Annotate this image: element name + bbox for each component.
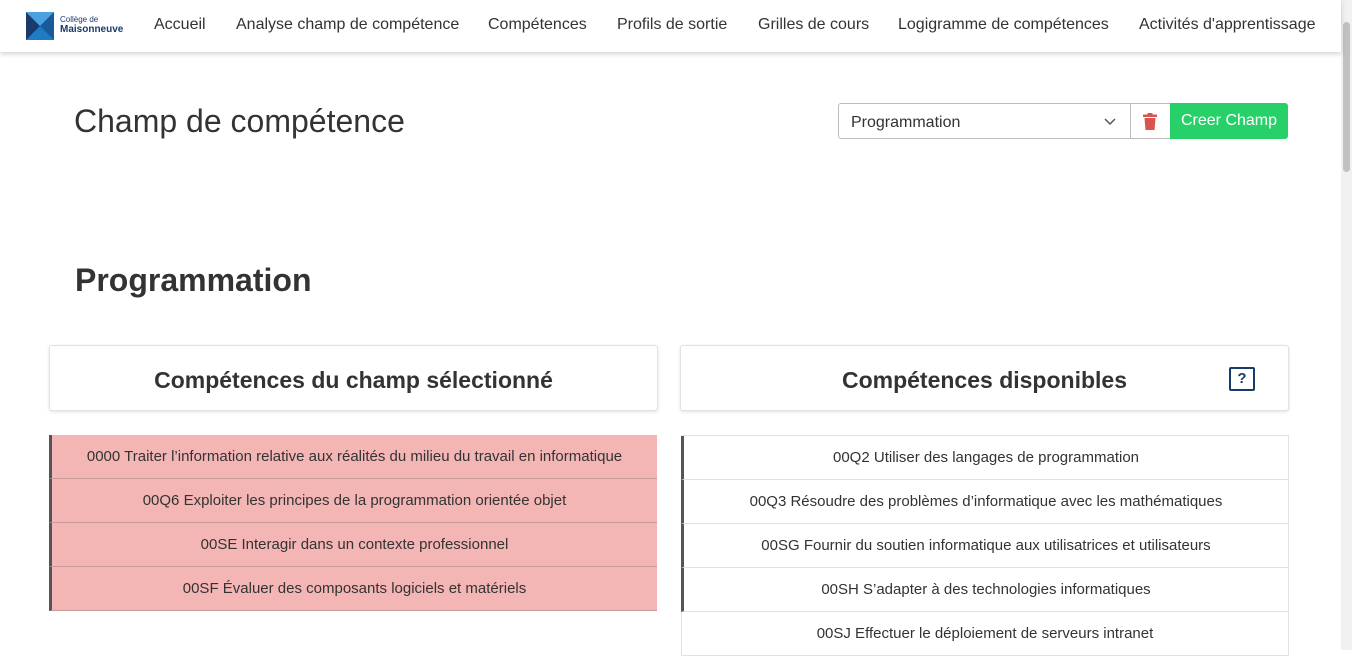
champ-select-value: Programmation <box>851 114 961 131</box>
selected-competences-title: Compétences du champ sélectionné <box>154 367 553 393</box>
list-item[interactable]: 00SH S’adapter à des technologies inform… <box>681 568 1289 612</box>
nav-item-accueil[interactable]: Accueil <box>154 16 206 34</box>
delete-champ-button[interactable] <box>1131 103 1171 139</box>
logo-line2: Maisonneuve <box>60 24 124 35</box>
help-button[interactable]: ? <box>1229 367 1255 391</box>
list-item[interactable]: 00SF Évaluer des composants logiciels et… <box>49 567 657 611</box>
list-item[interactable]: 00Q2 Utiliser des langages de programmat… <box>681 436 1289 480</box>
scrollbar-thumb[interactable] <box>1343 22 1350 172</box>
selected-competences-card: Compétences du champ sélectionné <box>49 345 658 411</box>
available-competences-title: Compétences disponibles <box>841 367 1127 393</box>
list-item[interactable]: 0000 Traiter l’information relative aux … <box>49 435 657 479</box>
nav-item-competences[interactable]: Compétences <box>488 16 587 34</box>
list-item[interactable]: 00SG Fournir du soutien informatique aux… <box>681 524 1289 568</box>
champ-select[interactable]: Programmation <box>838 103 1131 139</box>
logo-mark-icon <box>26 12 54 40</box>
nav-item-activites[interactable]: Activités d'apprentissage <box>1139 16 1315 34</box>
college-logo[interactable]: Collège de Maisonneuve <box>26 12 126 40</box>
chevron-down-icon <box>1104 118 1116 126</box>
nav-item-profils[interactable]: Profils de sortie <box>617 16 727 34</box>
nav-item-analyse[interactable]: Analyse champ de compétence <box>236 16 459 34</box>
create-champ-button[interactable]: Creer Champ <box>1170 103 1288 139</box>
available-competences-card: Compétences disponibles ? <box>680 345 1289 411</box>
page-title: Champ de compétence <box>74 103 405 139</box>
page-scrollbar[interactable] <box>1341 0 1352 650</box>
section-title: Programmation <box>75 262 312 298</box>
nav-item-grilles[interactable]: Grilles de cours <box>758 16 869 34</box>
trash-icon <box>1143 113 1157 130</box>
list-item[interactable]: 00SE Interagir dans un contexte professi… <box>49 523 657 567</box>
list-item[interactable]: 00SJ Effectuer le déploiement de serveur… <box>681 612 1289 656</box>
list-item[interactable]: 00Q6 Exploiter les principes de la progr… <box>49 479 657 523</box>
top-navbar: Collège de Maisonneuve Accueil Analyse c… <box>0 0 1341 52</box>
available-competences-list: 00Q2 Utiliser des langages de programmat… <box>681 435 1289 656</box>
nav-item-logigramme[interactable]: Logigramme de compétences <box>898 16 1109 34</box>
logo-line1: Collège de <box>60 15 99 24</box>
list-item[interactable]: 00Q3 Résoudre des problèmes d’informatiq… <box>681 480 1289 524</box>
